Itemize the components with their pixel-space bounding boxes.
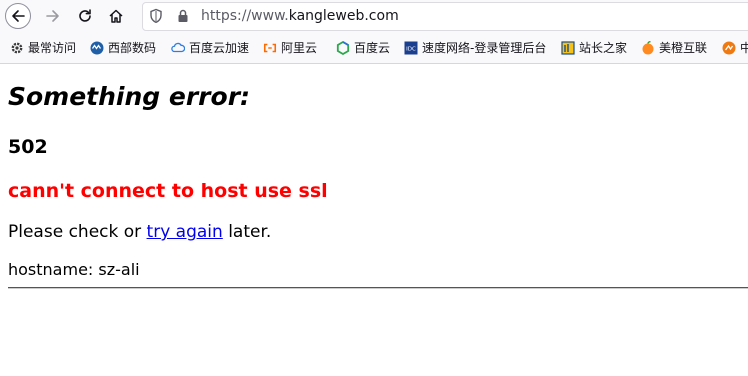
bookmark-label: 阿里云 <box>281 41 318 55</box>
bookmark-label: 站长之家 <box>579 41 628 55</box>
bookmark-sudu-admin[interactable]: IDC 速度网络-登录管理后台 <box>404 38 546 58</box>
aliyun-icon <box>263 41 277 55</box>
bookmark-label: 最常访问 <box>28 41 77 55</box>
idc-icon: IDC <box>404 41 418 55</box>
reload-button[interactable] <box>72 3 98 29</box>
page-content: Something error: 502 cann't connect to h… <box>0 64 748 376</box>
horizontal-rule <box>8 287 748 289</box>
west-digital-icon <box>90 41 104 55</box>
bookmark-most-visited[interactable]: 最常访问 <box>10 38 76 58</box>
bookmark-baidu-cloud[interactable]: 百度云 <box>336 38 390 58</box>
error-title: Something error: <box>8 82 251 111</box>
forward-button[interactable] <box>40 3 66 29</box>
arrow-right-icon <box>46 10 59 22</box>
bookmark-label: 百度云 <box>354 41 391 55</box>
home-button[interactable] <box>103 3 129 29</box>
arrow-left-icon <box>12 10 25 22</box>
chinaz-icon <box>561 41 575 55</box>
home-icon <box>109 9 123 23</box>
browser-toolbar: https://www.kangleweb.com <box>0 0 748 32</box>
hexagon-icon <box>336 41 350 55</box>
gear-icon <box>10 41 24 55</box>
orange-circle-icon <box>722 41 736 55</box>
url-host: kangleweb.com <box>288 8 399 24</box>
error-message: cann't connect to host use ssl <box>8 180 328 202</box>
bookmarks-toolbar: 最常访问 西部数码 百度云加速 阿里云 百度云 IDC 速度网络-登录管理后台 <box>0 32 748 64</box>
cloud-icon <box>171 41 185 55</box>
help-text-before: Please check or <box>8 222 147 242</box>
bookmark-label: 中 <box>740 41 748 55</box>
help-text: Please check or try again later. <box>8 222 271 242</box>
back-button[interactable] <box>5 3 31 29</box>
url-text[interactable]: https://www.kangleweb.com <box>201 8 399 25</box>
bookmark-label: 速度网络-登录管理后台 <box>422 41 547 55</box>
address-bar[interactable]: https://www.kangleweb.com <box>142 2 748 31</box>
bookmark-baidu-cloud-accel[interactable]: 百度云加速 <box>171 38 249 58</box>
bookmark-label: 西部数码 <box>108 41 157 55</box>
bookmark-chinaz[interactable]: 站长之家 <box>561 38 627 58</box>
lock-icon[interactable] <box>177 8 189 28</box>
url-scheme: https://www. <box>201 8 289 24</box>
bookmark-aliyun[interactable]: 阿里云 <box>263 38 317 58</box>
svg-text:IDC: IDC <box>406 47 416 53</box>
reload-icon <box>79 9 91 22</box>
shield-icon[interactable] <box>149 8 163 28</box>
bookmark-cut-off[interactable]: 中 <box>722 38 748 58</box>
try-again-link[interactable]: try again <box>147 222 223 242</box>
bookmark-label: 百度云加速 <box>189 41 250 55</box>
bookmark-label: 美橙互联 <box>659 41 708 55</box>
error-code: 502 <box>8 136 48 158</box>
bookmark-meicheng[interactable]: 美橙互联 <box>641 38 707 58</box>
orange-icon <box>641 41 655 55</box>
hostname-text: hostname: sz-ali <box>8 260 140 279</box>
help-text-after: later. <box>222 222 272 242</box>
bookmark-west-digital[interactable]: 西部数码 <box>90 38 156 58</box>
